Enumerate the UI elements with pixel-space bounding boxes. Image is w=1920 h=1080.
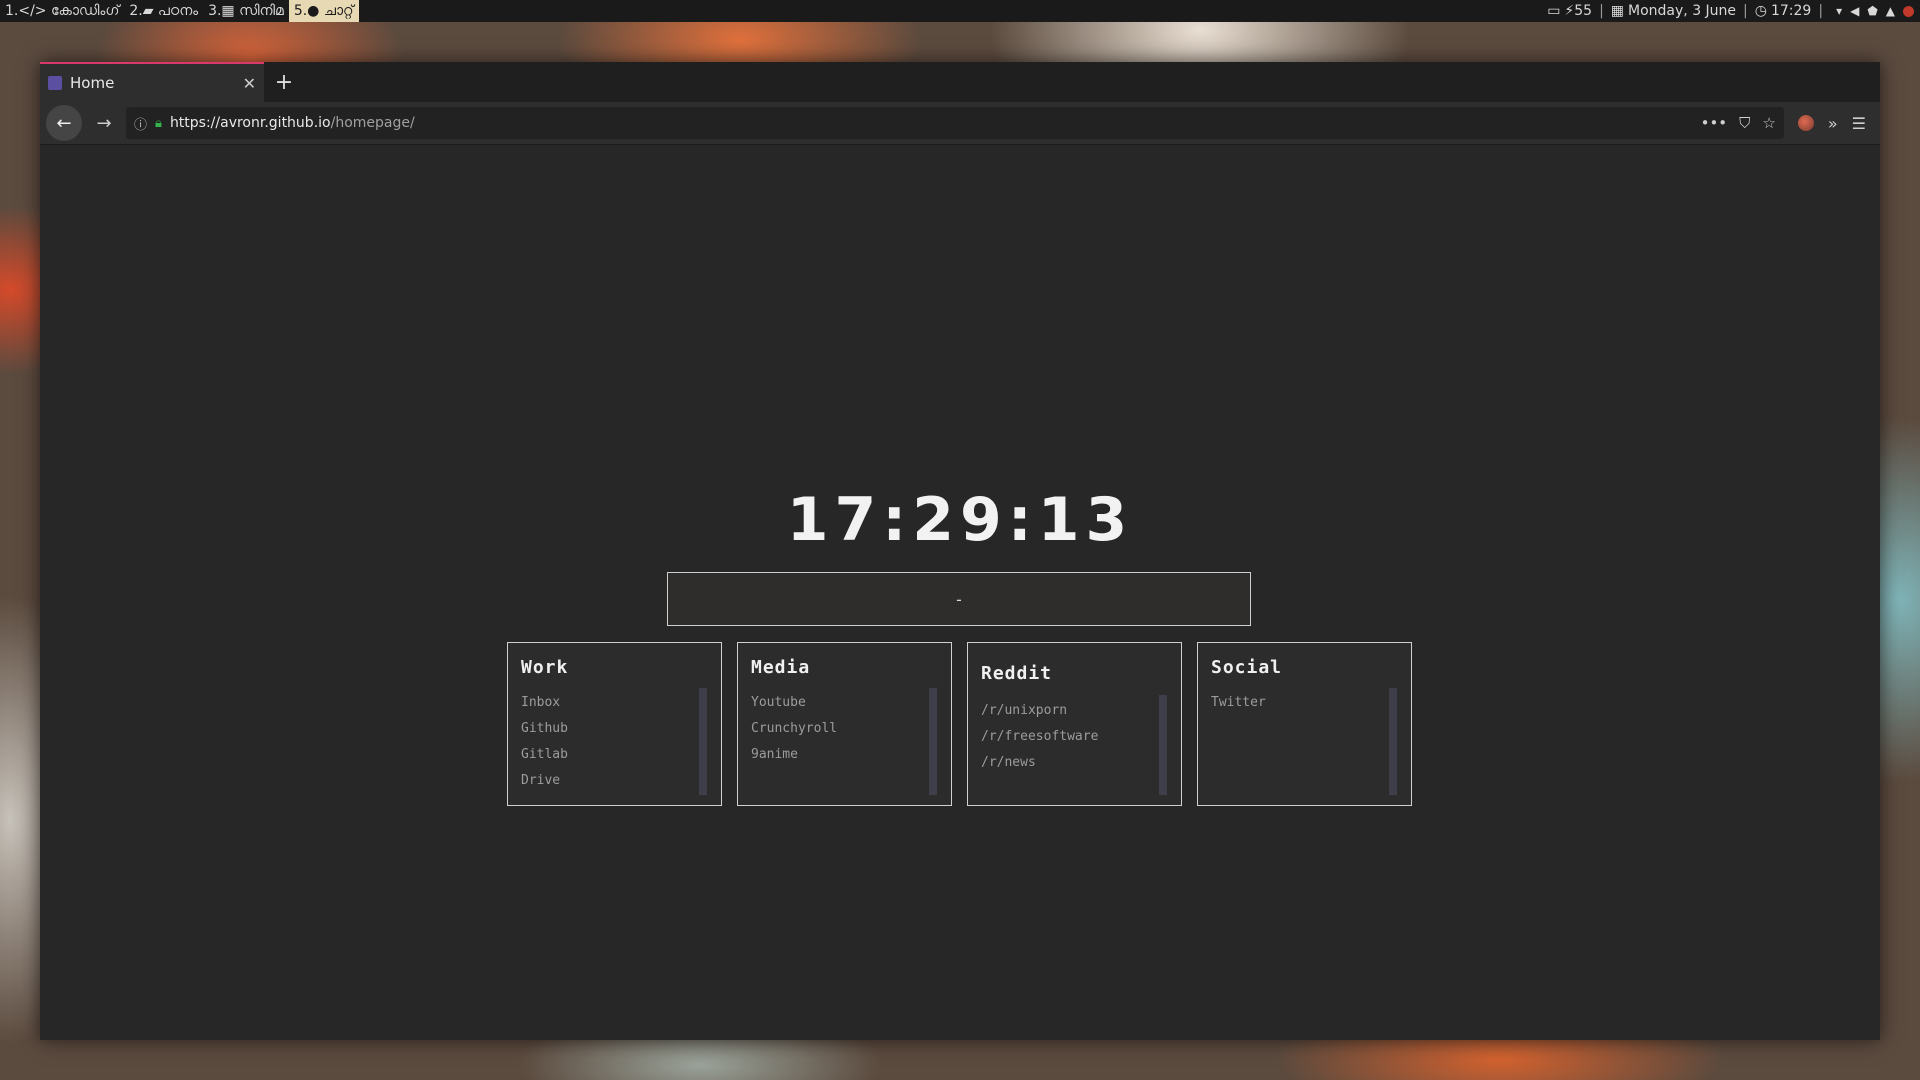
workspace-1[interactable]: 1.</> കോഡിംഗ് <box>0 0 124 22</box>
card-title: Reddit <box>981 663 1053 684</box>
overflow-chevron-icon[interactable]: » <box>1828 114 1838 133</box>
card-media: Media Youtube Crunchyroll 9anime <box>737 642 952 806</box>
status-date: Monday, 3 June <box>1628 3 1737 19</box>
search-input[interactable] <box>667 572 1251 626</box>
close-tab-icon[interactable]: ✕ <box>243 74 256 93</box>
lock-icon[interactable]: 🔒︎ <box>155 116 162 131</box>
workspace-5-label: 5.● ചാറ്റ് <box>293 3 354 19</box>
workspace-3-label: 3.▦ സിനിമ <box>208 3 284 19</box>
forward-button[interactable]: → <box>88 107 120 139</box>
url-text[interactable]: https://avronr.github.io/homepage/ <box>170 115 1693 131</box>
back-button[interactable]: ← <box>46 105 82 141</box>
calendar-icon: ▦ <box>1610 3 1625 19</box>
shield-icon[interactable]: ⬟ <box>1867 0 1877 22</box>
workspace-list: 1.</> കോഡിംഗ് 2.▰ പഠനം 3.▦ സിനിമ 5.● ചാറ… <box>0 0 359 22</box>
page-content: 17:29:13 Work Inbox Github Gitlab Drive … <box>40 145 1880 1040</box>
navigation-toolbar: ← → ⓘ 🔒︎ https://avronr.github.io/homepa… <box>40 102 1880 145</box>
card-scrollbar[interactable] <box>1159 695 1167 795</box>
card-social: Social Twitter <box>1197 642 1412 806</box>
workspace-5[interactable]: 5.● ചാറ്റ് <box>288 0 359 22</box>
browser-window: Home ✕ + ← → ⓘ 🔒︎ https://avronr.github.… <box>40 62 1880 1040</box>
url-host: https://avronr.github.io <box>169 115 331 131</box>
card-scrollbar[interactable] <box>699 688 707 795</box>
link-crunchyroll[interactable]: Crunchyroll <box>751 716 938 742</box>
site-info-icon[interactable]: ⓘ <box>134 114 147 133</box>
address-bar[interactable]: ⓘ 🔒︎ https://avronr.github.io/homepage/ … <box>126 107 1784 139</box>
system-top-bar: 1.</> കോഡിംഗ് 2.▰ പഠനം 3.▦ സിനിമ 5.● ചാറ… <box>0 0 1920 22</box>
link-freesoftware[interactable]: /r/freesoftware <box>981 724 1168 750</box>
pocket-icon[interactable]: ⛉ <box>1739 114 1750 132</box>
clock-icon: ◷ <box>1754 3 1767 19</box>
new-tab-button[interactable]: + <box>264 62 304 102</box>
link-list: Inbox Github Gitlab Drive <box>521 690 708 794</box>
link-youtube[interactable]: Youtube <box>751 690 938 716</box>
status-area: ▭ ⚡55 | ▦ Monday, 3 June | ◷ 17:29 | ▾ ◀… <box>1547 0 1920 22</box>
tab-strip: Home ✕ + <box>40 62 1880 102</box>
tab-title: Home <box>70 74 115 92</box>
status-time: 17:29 <box>1770 3 1812 19</box>
workspace-2-label: 2.▰ പഠനം <box>129 3 199 19</box>
card-title: Work <box>521 657 569 678</box>
plus-icon: + <box>274 69 294 95</box>
link-list: Youtube Crunchyroll 9anime <box>751 690 938 768</box>
bookmark-star-icon[interactable]: ☆ <box>1762 114 1775 132</box>
link-github[interactable]: Github <box>521 716 708 742</box>
link-inbox[interactable]: Inbox <box>521 690 708 716</box>
arrow-left-icon: ← <box>56 112 72 134</box>
status-separator: | <box>1599 3 1604 19</box>
link-9anime[interactable]: 9anime <box>751 742 938 768</box>
wifi-icon[interactable]: ▾ <box>1836 0 1842 22</box>
hamburger-menu-icon[interactable]: ☰ <box>1852 114 1866 133</box>
extension-icon[interactable] <box>1797 115 1814 131</box>
card-reddit: Reddit /r/unixporn /r/freesoftware /r/ne… <box>967 642 1182 806</box>
url-path: /homepage/ <box>330 115 415 131</box>
link-list: Twitter <box>1211 690 1398 716</box>
page-actions-icon[interactable]: ••• <box>1701 114 1728 132</box>
workspace-1-label: 1.</> കോഡിംഗ് <box>5 3 120 19</box>
status-separator: | <box>1818 3 1824 19</box>
link-twitter[interactable]: Twitter <box>1211 690 1398 716</box>
card-title: Media <box>751 657 811 678</box>
workspace-2[interactable]: 2.▰ പഠനം <box>124 0 203 22</box>
link-unixporn[interactable]: /r/unixporn <box>981 698 1168 724</box>
volume-icon[interactable]: ◀ <box>1850 0 1859 22</box>
page-favicon-icon <box>48 76 62 90</box>
workspace-3[interactable]: 3.▦ സിനിമ <box>203 0 289 22</box>
card-scrollbar[interactable] <box>929 688 937 795</box>
tab-home[interactable]: Home ✕ <box>40 62 264 102</box>
status-separator: | <box>1743 3 1748 19</box>
battery-level: ⚡55 <box>1564 3 1593 19</box>
link-list: /r/unixporn /r/freesoftware /r/news <box>981 698 1168 776</box>
arrow-right-icon: → <box>96 112 112 134</box>
link-drive[interactable]: Drive <box>521 768 708 794</box>
card-scrollbar[interactable] <box>1389 688 1397 795</box>
link-news[interactable]: /r/news <box>981 750 1168 776</box>
toolbar-right: » ☰ <box>1790 114 1874 133</box>
bookmark-cards: Work Inbox Github Gitlab Drive Media You… <box>507 642 1412 806</box>
page-clock: 17:29:13 <box>786 485 1134 555</box>
url-actions: ••• ⛉ ☆ <box>1701 114 1776 132</box>
card-work: Work Inbox Github Gitlab Drive <box>507 642 722 806</box>
notification-icon[interactable]: ▲ <box>1886 0 1895 22</box>
battery-icon: ▭ <box>1547 3 1561 19</box>
app-indicator-icon[interactable] <box>1903 5 1914 17</box>
link-gitlab[interactable]: Gitlab <box>521 742 708 768</box>
card-title: Social <box>1211 657 1283 678</box>
system-tray: ▾ ◀ ⬟ ▲ <box>1836 0 1914 22</box>
